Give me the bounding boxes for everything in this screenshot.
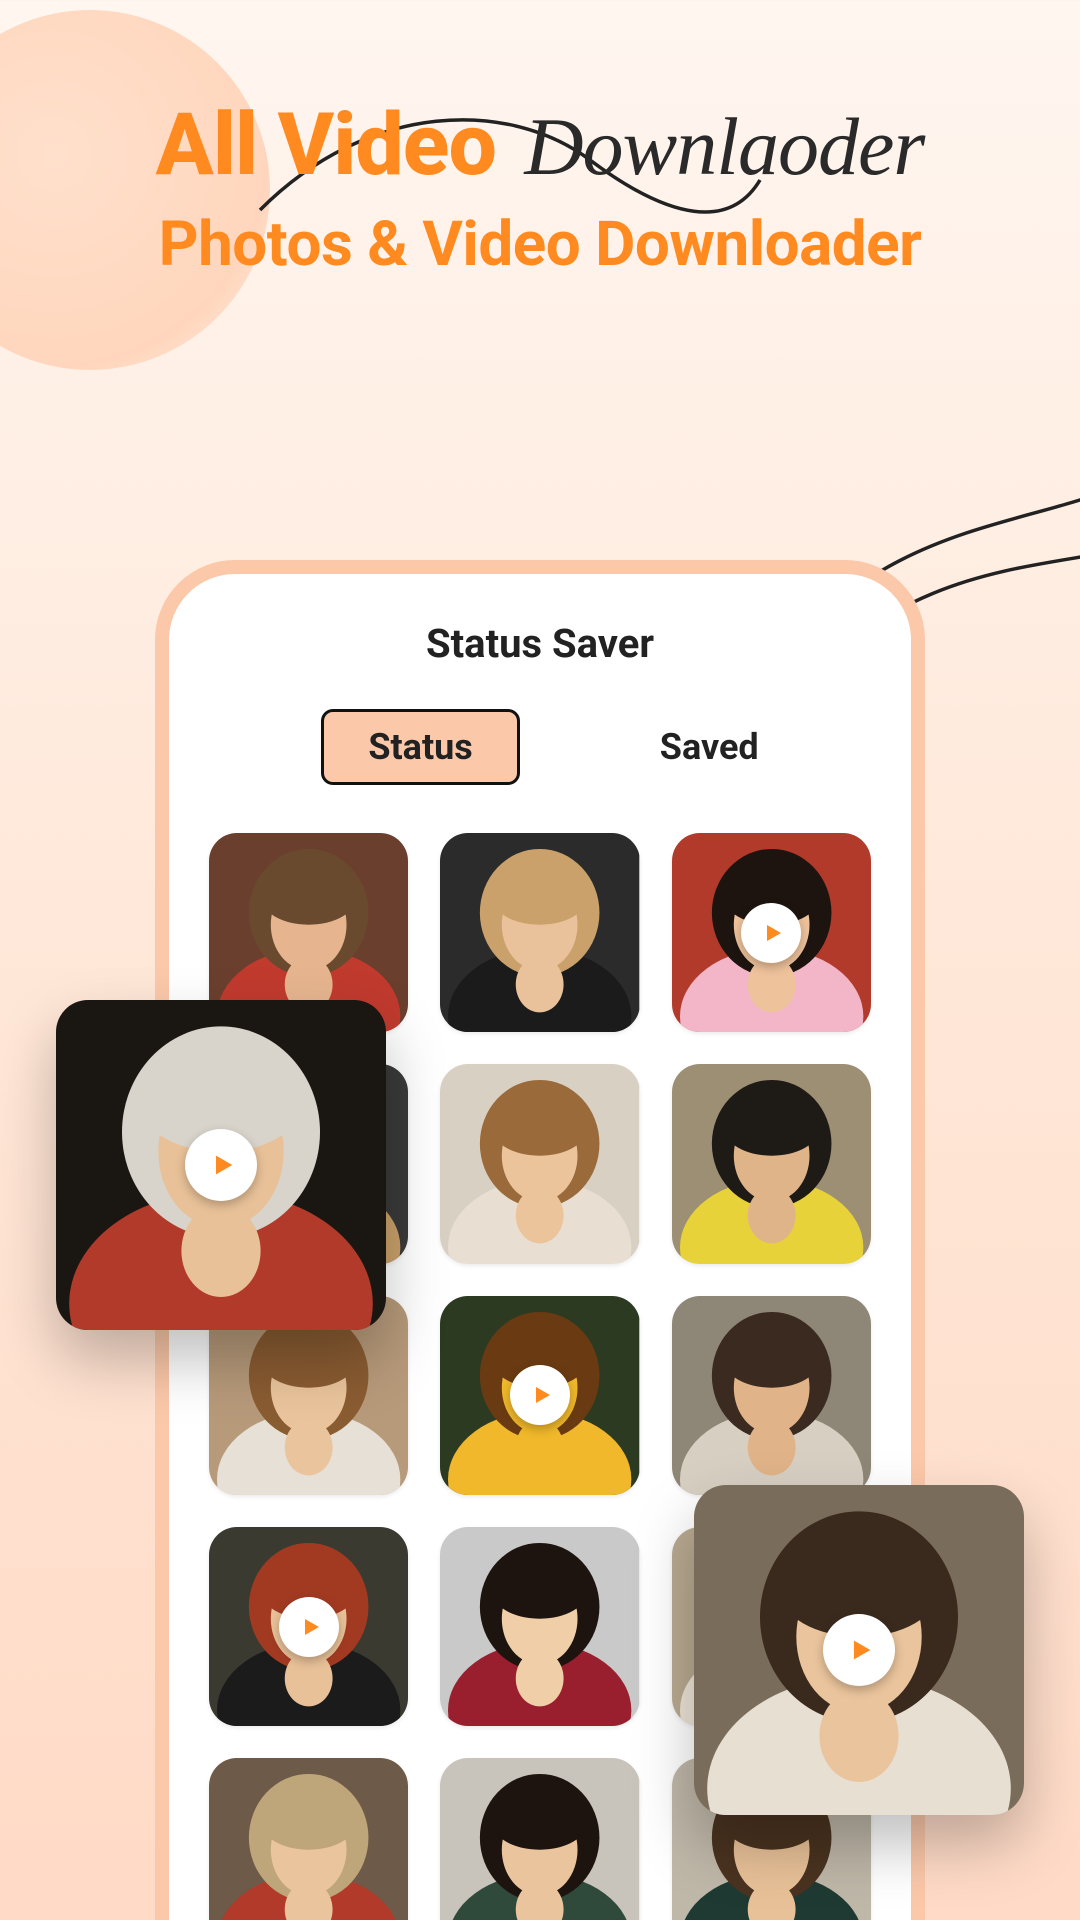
photo-placeholder — [440, 833, 639, 1032]
promo-headline: All Video Downlaoder Photos & Video Down… — [0, 100, 1080, 281]
play-icon — [185, 1129, 257, 1201]
play-icon — [823, 1614, 895, 1686]
tab-bar: Status Saved — [209, 709, 871, 785]
thumb-13[interactable] — [209, 1758, 408, 1920]
photo-placeholder — [440, 1527, 639, 1726]
headline-brand: All Video — [156, 94, 496, 195]
photo-placeholder — [672, 1296, 871, 1495]
headline-line-1: All Video Downlaoder — [0, 100, 1080, 190]
thumb-8[interactable] — [440, 1296, 639, 1495]
thumb-9[interactable] — [672, 1296, 871, 1495]
thumb-10[interactable] — [209, 1527, 408, 1726]
thumb-5[interactable] — [440, 1064, 639, 1263]
float-thumb-left[interactable] — [56, 1000, 386, 1330]
thumb-11[interactable] — [440, 1527, 639, 1726]
headline-subtitle: Photos & Video Downloader — [0, 208, 1080, 281]
photo-placeholder — [672, 1064, 871, 1263]
thumb-2[interactable] — [440, 833, 639, 1032]
play-icon — [741, 903, 801, 963]
play-icon — [279, 1597, 339, 1657]
thumb-14[interactable] — [440, 1758, 639, 1920]
photo-placeholder — [440, 1064, 639, 1263]
thumb-6[interactable] — [672, 1064, 871, 1263]
photo-placeholder — [440, 1758, 639, 1920]
headline-script: Downlaoder — [524, 101, 924, 192]
play-icon — [510, 1365, 570, 1425]
photo-placeholder — [209, 1758, 408, 1920]
tab-saved[interactable]: Saved — [660, 712, 759, 782]
float-thumb-right[interactable] — [694, 1485, 1024, 1815]
tab-status[interactable]: Status — [321, 709, 519, 785]
thumb-3[interactable] — [672, 833, 871, 1032]
screen-title: Status Saver — [209, 620, 871, 667]
